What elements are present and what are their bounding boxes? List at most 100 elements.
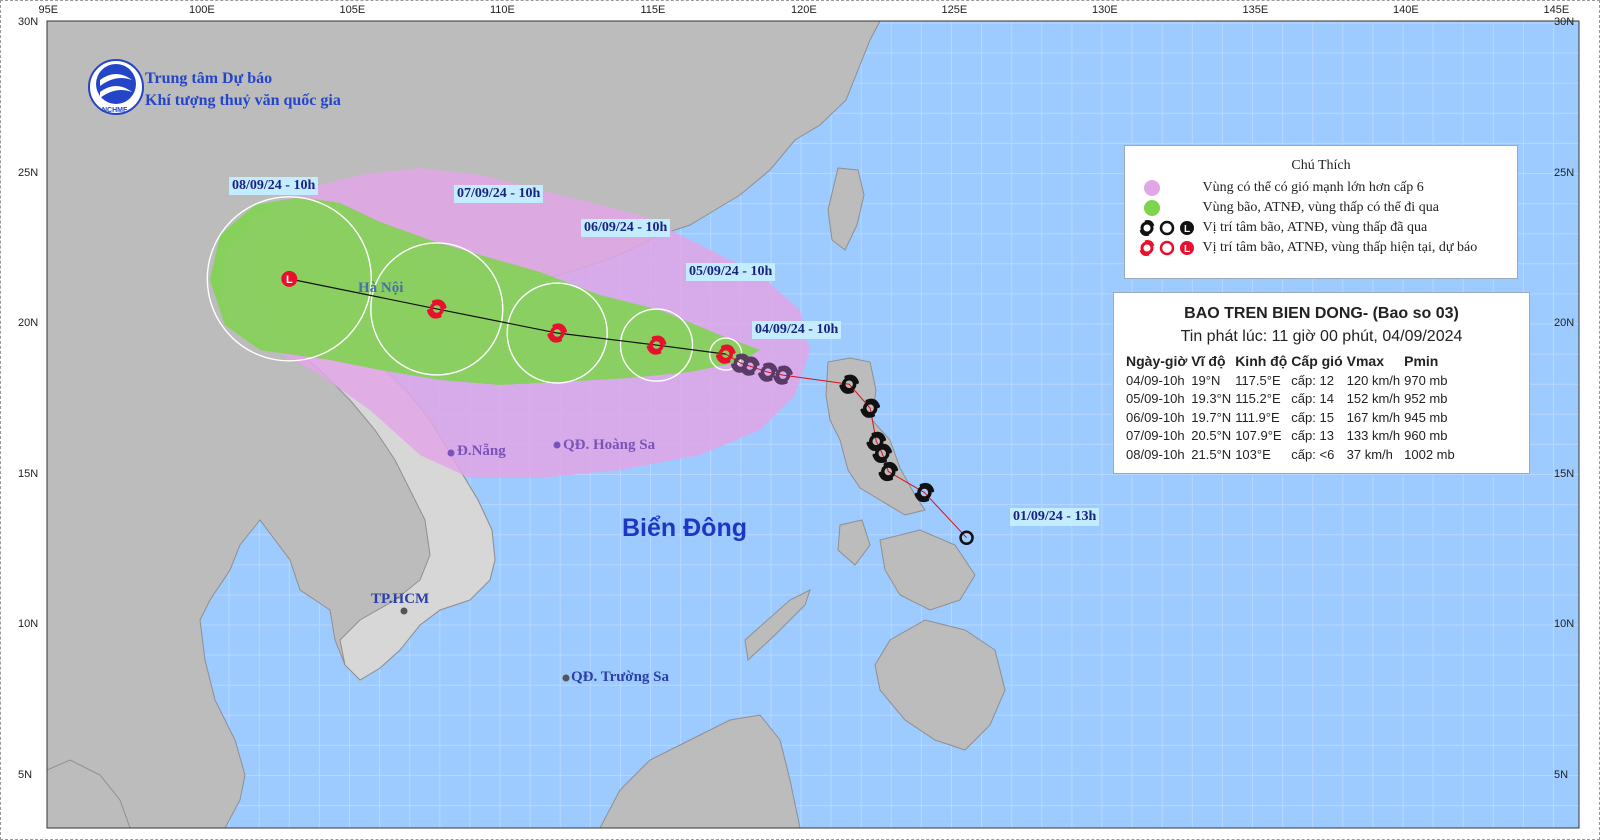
longitude-tick: 100E	[189, 4, 215, 16]
green-dot-icon	[1144, 200, 1160, 216]
table-row: 08/09-10h 21.5°N 103°E cấp: <6 37 km/h 1002 m…	[1126, 445, 1459, 464]
table-row: 05/09-10h 19.3°N 115.2°E cấp: 14 152 km/h 952…	[1126, 390, 1459, 409]
longitude-tick: 130E	[1092, 4, 1118, 16]
cell-pmin: 970 mb	[1404, 372, 1448, 388]
cell-time: 05/09-10h	[1126, 391, 1185, 407]
organization-line-1: Trung tâm Dự báo	[145, 70, 273, 87]
cell-vmax: 167 km/h	[1346, 409, 1401, 425]
bulletin-issued-time: Tin phát lúc: 11 giờ 00 phút, 04/09/2024	[1180, 328, 1463, 345]
logo-text: NCHMF	[102, 107, 128, 114]
table-row: 04/09-10h 19°N 117.5°E cấp: 12 120 km/h 970 m…	[1126, 371, 1459, 390]
bulletin-title: BAO TREN BIEN DONG- (Bao so 03)	[1184, 305, 1459, 322]
danang-dot	[447, 449, 455, 457]
cell-vmax: 133 km/h	[1346, 428, 1401, 444]
cell-lat: 19.7°N	[1191, 409, 1232, 425]
hanoi-label: Hà Nội	[358, 280, 404, 296]
cell-level: cấp: 12	[1291, 372, 1334, 388]
latitude-tick: 25N	[18, 166, 39, 179]
legend-item-past-positions: L Vị trí tâm bão, ATNĐ, vùng thấp đã qua	[1135, 218, 1427, 238]
time-label-06-09: 06/09/24 - 10h	[581, 219, 671, 237]
cell-time: 04/09-10h	[1126, 372, 1185, 388]
longitude-tick: 105E	[339, 4, 366, 16]
pink-dot-icon	[1144, 180, 1160, 196]
longitude-tick: 135E	[1242, 4, 1269, 16]
cell-lat: 20.5°N	[1191, 428, 1232, 444]
legend-item-path-zone: Vùng bão, ATNĐ, vùng thấp có thể đi qua	[1135, 198, 1439, 218]
organization-line-2: Khí tượng thuỷ văn quốc gia	[145, 92, 341, 109]
table-header-row: Ngày-giờ Vĩ độ Kinh độ Cấp gió Vmax Pmin	[1126, 353, 1459, 371]
col-header-time: Ngày-giờ	[1126, 353, 1188, 369]
latitude-tick: 10N	[1554, 618, 1575, 630]
longitude-tick: 125E	[941, 4, 968, 16]
forecast-low-icon: L	[281, 270, 298, 287]
cell-vmax: 152 km/h	[1346, 391, 1401, 407]
cell-lat: 21.5°N	[1191, 446, 1232, 462]
nchmf-logo	[88, 59, 144, 115]
legend-item-current-positions: L Vị trí tâm bão, ATNĐ, vùng thấp hiện t…	[1135, 238, 1477, 258]
longitude-tick: 140E	[1393, 4, 1419, 16]
sea-label: Biển Đông	[622, 514, 747, 542]
cell-vmax: 120 km/h	[1346, 372, 1401, 388]
legend-item-label: Vùng có thể có gió mạnh lớn hơn cấp 6	[1202, 180, 1424, 195]
truongsa-dot	[562, 674, 570, 682]
cell-pmin: 952 mb	[1404, 391, 1448, 407]
cell-lat: 19°N	[1191, 372, 1221, 388]
cell-level: cấp: 14	[1291, 391, 1334, 407]
hoangsa-label: QĐ. Hoàng Sa	[563, 437, 656, 453]
time-label-07-09: 07/09/24 - 10h	[454, 185, 544, 203]
svg-text:L: L	[1184, 244, 1190, 255]
latitude-tick: 10N	[18, 618, 39, 630]
hoangsa-dot	[553, 441, 561, 449]
legend-box: Chú Thích Vùng có thể có gió mạnh lớn hơ…	[1124, 145, 1518, 279]
time-label-01-09: 01/09/24 - 13h	[1010, 508, 1100, 526]
cell-lon: 103°E	[1235, 446, 1271, 462]
latitude-tick: 15N	[1554, 467, 1575, 480]
latitude-tick: 30N	[1554, 16, 1575, 28]
cell-vmax: 37 km/h	[1346, 446, 1393, 462]
longitude-tick: 120E	[791, 4, 817, 16]
time-label-04-09: 04/09/24 - 10h	[752, 321, 842, 339]
cell-pmin: 960 mb	[1404, 428, 1448, 444]
legend-item-label: Vùng bão, ATNĐ, vùng thấp có thể đi qua	[1202, 200, 1439, 215]
hcm-dot	[400, 607, 408, 615]
cell-lon: 115.2°E	[1235, 391, 1281, 407]
longitude-tick: 110E	[490, 4, 515, 16]
latitude-tick: 15N	[18, 467, 39, 480]
cell-lon: 111.9°E	[1235, 409, 1280, 425]
time-label-05-09: 05/09/24 - 10h	[686, 263, 776, 281]
latitude-tick: 30N	[18, 16, 39, 28]
cell-pmin: 945 mb	[1404, 409, 1448, 425]
black-storm-icons: L	[1139, 220, 1194, 236]
time-label-08-09: 08/09/24 - 10h	[229, 177, 319, 195]
svg-text:L: L	[1184, 224, 1190, 235]
cell-level: cấp: <6	[1291, 446, 1335, 462]
longitude-tick: 115E	[640, 4, 666, 16]
organization-name: Trung tâm Dự báo Khí tượng thuỷ văn quốc…	[145, 68, 341, 112]
cell-level: cấp: 15	[1291, 409, 1334, 425]
latitude-tick: 25N	[1554, 166, 1575, 179]
hcm-label: TP.HCM	[371, 591, 430, 607]
col-header-lon: Kinh độ	[1235, 353, 1288, 369]
cell-pmin: 1002 mb	[1404, 446, 1455, 462]
cell-lon: 117.5°E	[1235, 372, 1281, 388]
longitude-tick: 145E	[1543, 4, 1570, 16]
legend-item-label: Vị trí tâm bão, ATNĐ, vùng thấp hiện tại…	[1202, 240, 1478, 255]
cell-lon: 107.9°E	[1235, 428, 1282, 444]
red-storm-icons: L	[1139, 240, 1194, 256]
danang-label: Đ.Nẵng	[457, 443, 506, 459]
cell-time: 08/09-10h	[1126, 446, 1185, 462]
storm-bulletin: BAO TREN BIEN DONG- (Bao so 03) Tin phát…	[1113, 292, 1530, 474]
col-header-level: Cấp gió	[1291, 353, 1343, 369]
col-header-pmin: Pmin	[1404, 353, 1439, 369]
cell-level: cấp: 13	[1291, 428, 1334, 444]
longitude-tick: 95E	[38, 4, 59, 16]
table-row: 07/09-10h 20.5°N 107.9°E cấp: 13 133 km/h 960…	[1126, 427, 1459, 446]
truongsa-label: QĐ. Trường Sa	[571, 669, 670, 685]
latitude-tick: 20N	[1554, 317, 1575, 329]
table-row: 06/09-10h 19.7°N 111.9°E cấp: 15 167 km/h 945…	[1126, 408, 1459, 427]
svg-text:L: L	[286, 274, 293, 286]
legend-item-label: Vị trí tâm bão, ATNĐ, vùng thấp đã qua	[1202, 220, 1428, 235]
col-header-vmax: Vmax	[1346, 353, 1384, 369]
latitude-tick: 20N	[18, 317, 39, 329]
col-header-lat: Vĩ độ	[1191, 353, 1226, 369]
